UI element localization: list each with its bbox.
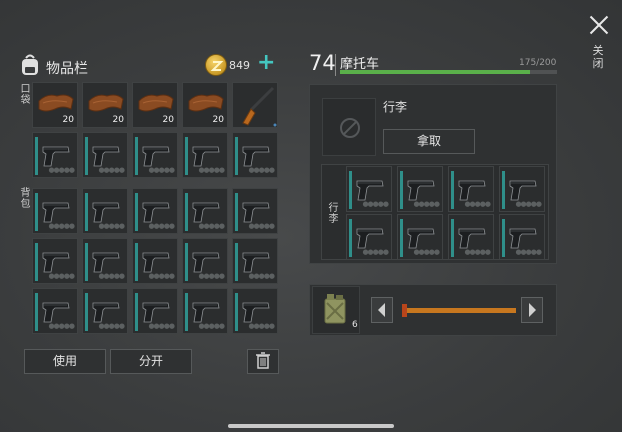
durability-dots: ●●●●● [98,272,125,280]
inventory-slot-pistol[interactable]: ●●●●● [32,238,78,284]
decrease-button[interactable] [371,297,393,323]
durability-dots: ●●●●● [98,166,125,174]
inventory-title: 物品栏 [46,61,88,77]
durability-dots: ●●●●● [362,248,389,256]
home-indicator[interactable] [228,424,394,428]
trash-icon [256,352,270,369]
inventory-slot-pistol[interactable]: ●●●●● [32,188,78,234]
inventory-slot-pistol[interactable]: ●●●●● [82,188,128,234]
durability-dots: ●●●●● [148,166,175,174]
durability-dots: ●●●●● [362,200,389,208]
header-divider [335,54,336,76]
trash-button[interactable] [247,349,279,374]
inventory-slot-pistol[interactable]: ●●●●● [82,288,128,334]
durability-dots: ●●●●● [48,322,75,330]
inventory-slot-pistol[interactable]: ●●●●● [32,132,78,178]
inventory-slot-pistol[interactable]: ●●●●● [346,214,392,260]
shotgun-icon [242,86,277,127]
item-quantity: 20 [212,115,224,125]
durability-dots: ●●●●● [248,322,275,330]
inventory-slot-pistol[interactable]: ●●●●● [182,238,228,284]
close-icon[interactable] [588,14,610,36]
durability-dots: ●●●●● [515,200,542,208]
slider-handle[interactable] [402,304,407,317]
inventory-slot-pistol[interactable]: ●●●●● [132,288,178,334]
durability-dots: ●●●●● [248,222,275,230]
plus-icon[interactable]: + [257,52,275,74]
item-quantity: 20 [162,115,174,125]
durability-dots: ●●●●● [198,222,225,230]
inventory-slot-pistol[interactable]: ●●●●● [82,238,128,284]
coin-balance: 849 [229,59,250,72]
inventory-slot-pistol[interactable]: ●●●●● [232,188,278,234]
trunk-title: 行李 [383,100,408,114]
inventory-slot-pistol[interactable]: ●●●●● [82,132,128,178]
inventory-slot-shotgun[interactable] [232,82,278,128]
inventory-slot-pistol[interactable]: ●●●●● [448,166,494,212]
inventory-slot-pistol[interactable]: ●●●●● [182,288,228,334]
durability-dots: ●●●●● [198,272,225,280]
inventory-slot-pistol[interactable]: ●●●●● [499,214,545,260]
close-label[interactable]: 关闭 [591,44,605,70]
durability-dots: ●●●●● [148,222,175,230]
backpack-icon [22,54,38,75]
inventory-slot-pistol[interactable]: ●●●●● [132,188,178,234]
inventory-slot-pistol[interactable]: ●●●●● [182,132,228,178]
durability-dots: ●●●●● [98,222,125,230]
inventory-slot-pistol[interactable]: ●●●●● [182,188,228,234]
durability-dots: ●●●●● [148,322,175,330]
pockets-label: 口袋 [20,84,31,106]
durability-dots: ●●●●● [198,322,225,330]
vehicle-capacity: 175/200 [519,58,557,68]
no-entry-icon [340,118,360,138]
durability-dots: ●●●●● [48,166,75,174]
chevron-right-icon [529,303,536,317]
durability-dots: ●●●●● [464,200,491,208]
durability-dots: ●●●●● [413,248,440,256]
inventory-slot-pistol[interactable]: ●●●●● [448,214,494,260]
durability-dots: ●●●●● [48,222,75,230]
inventory-slot-pistol[interactable]: ●●●●● [232,132,278,178]
cargo-label: 行李 [328,203,339,225]
increase-button[interactable] [521,297,543,323]
durability-dots: ●●●●● [248,166,275,174]
durability-dots: ●●●●● [98,322,125,330]
durability-dots: ●●●●● [515,248,542,256]
split-button[interactable]: 分开 [110,349,192,374]
coin-icon [205,54,227,76]
inventory-slot-pistol[interactable]: ●●●●● [397,166,443,212]
durability-dots: ●●●●● [48,272,75,280]
durability-dots: ●●●●● [413,200,440,208]
inventory-slot-pistol[interactable]: ●●●●● [32,288,78,334]
item-quantity: 20 [112,115,124,125]
durability-dots: ●●●●● [248,272,275,280]
inventory-slot-pistol[interactable]: ●●●●● [397,214,443,260]
take-button[interactable]: 拿取 [383,129,475,154]
fuel-quantity: 6 [352,320,358,330]
inventory-slot-pistol[interactable]: ●●●●● [132,132,178,178]
inventory-slot-leather[interactable]: 20 [32,82,78,128]
chevron-left-icon [378,303,385,317]
inventory-slot-leather[interactable]: 20 [182,82,228,128]
durability-dots: ●●●●● [198,166,225,174]
durability-dots: ●●●●● [148,272,175,280]
backpack-label: 背包 [20,188,31,210]
item-quantity: 20 [62,115,74,125]
inventory-slot-leather[interactable]: 20 [82,82,128,128]
inventory-slot-pistol[interactable]: ●●●●● [499,166,545,212]
vehicle-level: 74 [309,51,336,75]
durability-dots: ●●●●● [464,248,491,256]
use-button[interactable]: 使用 [24,349,106,374]
quantity-slider[interactable] [402,308,516,313]
inventory-slot-pistol[interactable]: ●●●●● [232,288,278,334]
inventory-slot-leather[interactable]: 20 [132,82,178,128]
inventory-slot-pistol[interactable]: ●●●●● [232,238,278,284]
inventory-slot-pistol[interactable]: ●●●●● [132,238,178,284]
empty-equipment-slot[interactable] [322,98,376,156]
capacity-bar-fill [340,70,530,74]
inventory-slot-pistol[interactable]: ●●●●● [346,166,392,212]
